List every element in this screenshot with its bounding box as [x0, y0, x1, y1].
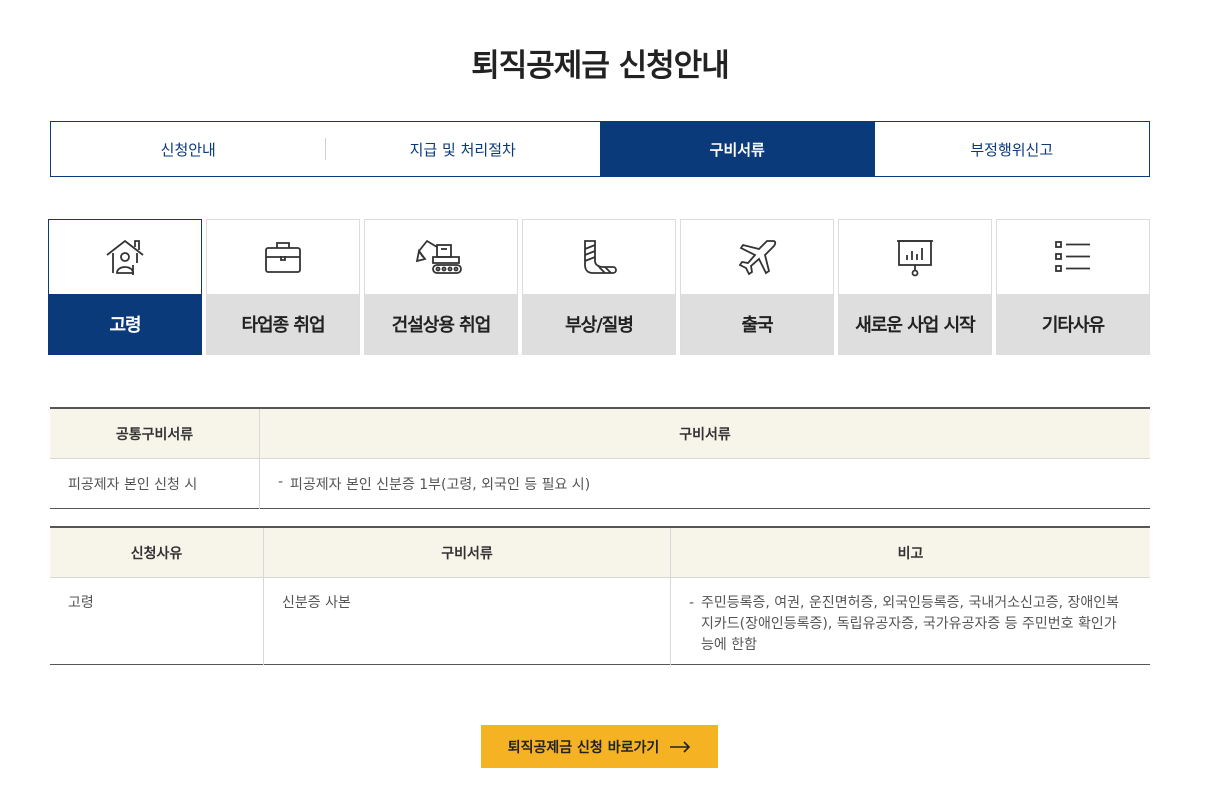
reason-documents-table: 신청사유 구비서류 비고 고령 신분증 사본 - 주민등록증, 여권, 운진면허증… [50, 526, 1150, 665]
apply-shortcut-button[interactable]: 퇴직공제금 신청 바로가기 [481, 725, 718, 768]
elderly-house-icon [106, 239, 144, 275]
reason-label: 타업종 취업 [207, 294, 359, 354]
reason-label: 새로운 사업 시작 [839, 294, 991, 354]
presentation-board-icon [897, 240, 933, 277]
reason-tab-other[interactable]: 기타사유 [996, 219, 1150, 355]
table-header: 구비서류 [263, 527, 671, 578]
table-cell: 고령 [68, 595, 94, 611]
table-row: 피공제자 본인 신청 시 - 피공제자 본인 신분증 1부(고령, 외국인 등 필… [50, 458, 1150, 509]
excavator-icon [415, 239, 462, 274]
table-cell: - 주민등록증, 여권, 운진면허증, 외국인등록증, 국내거소신고증, 장애인복… [670, 577, 1150, 665]
page-title: 퇴직공제금 신청안내 [471, 48, 729, 84]
reason-tab-list: 고령 타업종 취업 건설상용 취업 부상/질병 출국 새로운 사업 시작 기타사… [48, 219, 1152, 355]
main-tab-bar: 신청안내 지급 및 처리절차 구비서류 부정행위신고 [50, 121, 1150, 177]
reason-tab-departure[interactable]: 출국 [680, 219, 834, 355]
tab-required-documents[interactable]: 구비서류 [600, 122, 875, 176]
table-cell: 피공제자 본인 신청 시 [68, 476, 198, 493]
table-header: 비고 [670, 527, 1150, 578]
reason-tab-new-business[interactable]: 새로운 사업 시작 [838, 219, 992, 355]
tab-application-guide[interactable]: 신청안내 [51, 122, 326, 176]
reason-tab-elderly[interactable]: 고령 [48, 219, 202, 355]
reason-label: 기타사유 [997, 294, 1149, 354]
reason-label: 건설상용 취업 [365, 294, 517, 354]
tab-payment-procedure[interactable]: 지급 및 처리절차 [326, 122, 601, 176]
common-documents-table: 공통구비서류 구비서류 피공제자 본인 신청 시 - 피공제자 본인 신분증 1부… [50, 407, 1150, 509]
reason-tab-construction-job[interactable]: 건설상용 취업 [364, 219, 518, 355]
arrow-right-icon [670, 740, 691, 753]
note-item: 주민등록증, 여권, 운진면허증, 외국인등록증, 국내거소신고증, 장애인복지… [701, 595, 1120, 653]
reason-label: 출국 [681, 294, 833, 354]
briefcase-icon [265, 242, 301, 273]
document-item: 피공제자 본인 신분증 1부(고령, 외국인 등 필요 시) [290, 476, 591, 493]
table-cell: 신분증 사본 [263, 577, 671, 665]
reason-label: 고령 [49, 294, 201, 354]
airplane-icon [738, 240, 777, 276]
table-header: 구비서류 [259, 408, 1150, 459]
table-cell: - 피공제자 본인 신분증 1부(고령, 외국인 등 필요 시) [259, 458, 1150, 509]
apply-button-label: 퇴직공제금 신청 바로가기 [507, 739, 660, 756]
reason-tab-injury-illness[interactable]: 부상/질병 [522, 219, 676, 355]
cast-injury-icon [584, 240, 617, 274]
table-row: 고령 신분증 사본 - 주민등록증, 여권, 운진면허증, 외국인등록증, 국내거… [50, 577, 1150, 665]
reason-label: 부상/질병 [523, 294, 675, 354]
list-icon [1055, 241, 1090, 272]
tab-fraud-report[interactable]: 부정행위신고 [875, 122, 1150, 176]
table-header: 공통구비서류 [50, 408, 260, 459]
reason-tab-other-job[interactable]: 타업종 취업 [206, 219, 360, 355]
table-header: 신청사유 [50, 527, 264, 578]
